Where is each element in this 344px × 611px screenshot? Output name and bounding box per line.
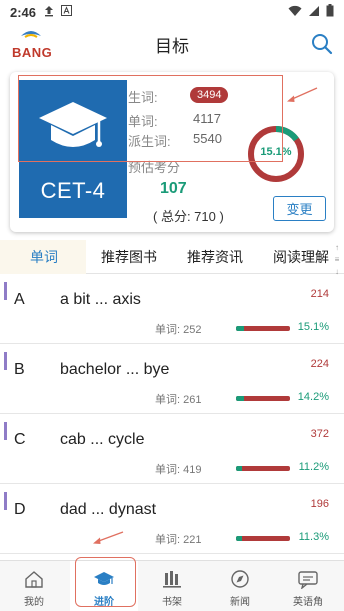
chat-icon: [298, 571, 318, 589]
app-logo: BANG: [10, 28, 53, 60]
list-item-accent: [4, 352, 7, 370]
upload-icon: [44, 5, 54, 20]
annotation-arrow-top: [287, 87, 318, 102]
group-progress-fill: [236, 466, 243, 471]
annotation-box-stats: [18, 75, 283, 162]
search-icon[interactable]: [310, 32, 334, 56]
estimated-score: 107: [160, 180, 187, 197]
compass-icon: [231, 570, 249, 588]
list-item[interactable]: D dad ... dynast 196 单词: 221 11.3%: [0, 486, 344, 554]
group-letter: D: [14, 501, 26, 518]
group-letter: B: [14, 361, 25, 378]
bottom-nav: 我的 进阶 书架 新闻 英语角: [0, 560, 344, 611]
list-item-accent: [4, 282, 7, 300]
group-percent: 14.2%: [297, 391, 329, 403]
list-item[interactable]: C cab ... cycle 372 单词: 419 11.2%: [0, 416, 344, 484]
wifi-icon: [288, 5, 302, 20]
group-progress-fill: [236, 396, 244, 401]
group-range: bachelor ... bye: [60, 361, 170, 378]
nav-label: 我的: [24, 597, 44, 608]
group-range: dad ... dynast: [60, 501, 157, 518]
group-remaining: 372: [310, 428, 329, 440]
group-remaining: 214: [310, 288, 329, 300]
content-tabs: 单词 推荐图书 推荐资讯 阅读理解 ↑ ≡ ↓: [0, 240, 344, 276]
tab-reading[interactable]: 阅读理解: [273, 240, 329, 274]
group-progress-bar: [236, 326, 290, 331]
nav-item-news[interactable]: 新闻: [206, 561, 274, 611]
nav-item-mine[interactable]: 我的: [0, 561, 68, 611]
tab-words[interactable]: 单词: [30, 240, 58, 274]
book-label: CET-4: [40, 178, 106, 203]
group-range: cab ... cycle: [60, 431, 145, 448]
nav-item-english-corner[interactable]: 英语角: [274, 561, 342, 611]
annotation-arrow-bottom: [93, 531, 124, 544]
list-item-accent: [4, 492, 7, 510]
list-item[interactable]: A a bit ... axis 214 单词: 252 15.1%: [0, 276, 344, 344]
group-progress-fill: [236, 326, 245, 331]
group-word-count: 单词: 221: [155, 534, 202, 546]
group-progress-bar: [236, 536, 290, 541]
signal-icon: [308, 5, 320, 20]
annotation-box-nav: [75, 557, 136, 607]
bookshelf-icon: [163, 571, 181, 588]
tab-recommended-books[interactable]: 推荐图书: [101, 240, 157, 274]
nav-label: 书架: [162, 597, 182, 608]
group-remaining: 196: [310, 498, 329, 510]
total-score: ( 总分: 710 ): [153, 209, 224, 224]
group-letter: A: [14, 291, 25, 308]
tab-recommended-news[interactable]: 推荐资讯: [187, 240, 243, 274]
group-progress-bar: [236, 396, 290, 401]
status-bar: 2:46: [0, 0, 344, 24]
battery-icon: [326, 4, 334, 20]
app-bar: BANG 目标: [0, 24, 344, 64]
group-remaining: 224: [310, 358, 329, 370]
list-item-accent: [4, 422, 7, 440]
group-progress-bar: [236, 466, 290, 471]
nav-label: 英语角: [293, 597, 323, 608]
group-word-count: 单词: 252: [155, 324, 202, 336]
change-button[interactable]: 变更: [273, 196, 326, 221]
status-time: 2:46: [10, 4, 37, 20]
group-percent: 11.2%: [298, 461, 329, 473]
group-progress-fill: [236, 536, 243, 541]
home-icon: [25, 571, 43, 588]
group-percent: 15.1%: [297, 321, 329, 333]
nav-label: 新闻: [230, 597, 250, 608]
tab-scroll-indicator[interactable]: ↑ ≡ ↓: [333, 242, 341, 278]
group-range: a bit ... axis: [60, 291, 141, 308]
group-percent: 11.3%: [298, 531, 329, 543]
list-item[interactable]: B bachelor ... bye 224 单词: 261 14.2%: [0, 346, 344, 414]
group-word-count: 单词: 419: [155, 464, 202, 476]
group-letter: C: [14, 431, 26, 448]
text-a-icon: [61, 5, 73, 19]
group-word-count: 单词: 261: [155, 394, 202, 406]
nav-item-bookshelf[interactable]: 书架: [138, 561, 206, 611]
page-title: 目标: [155, 36, 189, 56]
logo-text: BANG: [12, 45, 53, 60]
